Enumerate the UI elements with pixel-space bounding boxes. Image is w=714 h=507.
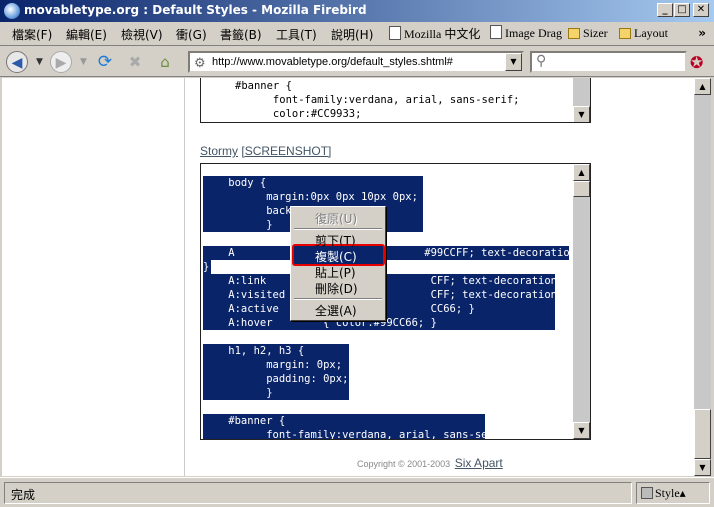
context-menu-cut[interactable]: 剪下(T) bbox=[315, 232, 356, 249]
window-title: movabletype.org : Default Styles - Mozil… bbox=[24, 3, 367, 17]
code-line: } bbox=[203, 387, 273, 399]
code-scrollbar-thumb[interactable] bbox=[573, 181, 590, 197]
screenshot-link[interactable]: [SCREENSHOT] bbox=[241, 144, 331, 158]
bookmark-layout[interactable]: Layout bbox=[619, 25, 668, 43]
menu-help[interactable]: 說明(H) bbox=[331, 26, 373, 43]
stylesheet-caption: Stormy [SCREENSHOT] bbox=[200, 144, 331, 158]
page-scroll-up-button[interactable]: ▲ bbox=[694, 78, 711, 95]
code-line: margin: 0px; bbox=[203, 359, 343, 371]
menu-go[interactable]: 衝(G) bbox=[176, 26, 207, 43]
code-scrollbar-track[interactable] bbox=[573, 164, 590, 439]
forward-dropdown-icon[interactable]: ▼ bbox=[80, 57, 87, 67]
url-text: http://www.movabletype.org/default_style… bbox=[212, 56, 453, 68]
code-line: #banner { bbox=[203, 415, 286, 427]
code-line: body { bbox=[203, 177, 267, 189]
back-dropdown-icon[interactable]: ▼ bbox=[36, 57, 43, 67]
search-input[interactable]: ⚲ bbox=[530, 51, 687, 73]
navigation-toolbar: ◀ ▼ ▶ ▼ ⟳ ✖ ⌂ ⚙ http://www.movabletype.o… bbox=[0, 47, 714, 77]
code-box-main[interactable]: body { margin:0px 0px 10px 0px; back } A… bbox=[200, 163, 591, 440]
status-bar: 完成 Style▴ bbox=[0, 477, 714, 507]
search-icon: ⚲ bbox=[536, 53, 547, 69]
bookmarks-overflow-button[interactable]: » bbox=[698, 26, 706, 40]
code-line: A:link CFF; text-decoration:none; } bbox=[203, 275, 591, 287]
context-menu-undo[interactable]: 復原(U) bbox=[315, 210, 357, 227]
context-menu-copy[interactable]: 複製(C) bbox=[315, 248, 357, 265]
status-text: 完成 bbox=[4, 482, 632, 504]
page-scrollbar-thumb[interactable] bbox=[694, 409, 711, 459]
bookmark-label: Image Drag bbox=[505, 26, 562, 40]
scrollbar-track[interactable] bbox=[573, 78, 590, 107]
code-line: margin:0px 0px 10px 0px; bbox=[203, 191, 418, 203]
code-line: A #99CCFF; text-decoration:none; bbox=[203, 247, 591, 259]
code-line: font-family:verdana, arial, sans-serif; bbox=[203, 429, 513, 440]
code-line: A:visited CFF; text-decoration:none; } bbox=[203, 289, 591, 301]
bookmark-image-drag[interactable]: Image Drag bbox=[490, 25, 562, 43]
code-scroll-up-button[interactable]: ▲ bbox=[573, 164, 590, 181]
copyright-line: Copyright © 2001-2003 Six Apart bbox=[357, 456, 503, 470]
folder-icon bbox=[568, 28, 580, 39]
minimize-button[interactable]: _ bbox=[657, 3, 673, 17]
close-button[interactable]: ✕ bbox=[693, 3, 709, 17]
url-bar[interactable]: ⚙ http://www.movabletype.org/default_sty… bbox=[188, 51, 524, 73]
back-button[interactable]: ◀ bbox=[6, 51, 28, 73]
context-menu-paste[interactable]: 貼上(P) bbox=[315, 264, 356, 281]
code-line: #banner { bbox=[235, 80, 292, 92]
gear-icon: ⚙ bbox=[194, 55, 206, 70]
menu-file[interactable]: 檔案(F) bbox=[12, 26, 52, 43]
copyright-text: Copyright © 2001-2003 bbox=[357, 459, 451, 469]
bookmark-sizer[interactable]: Sizer bbox=[568, 25, 608, 43]
code-line: } bbox=[203, 261, 210, 273]
url-dropdown-button[interactable]: ▼ bbox=[505, 53, 522, 71]
six-apart-link[interactable]: Six Apart bbox=[455, 456, 503, 470]
code-line: font-family:verdana, arial, sans-serif; bbox=[235, 94, 520, 106]
firebird-icon bbox=[4, 3, 20, 19]
code-line: h1, h2, h3 { bbox=[203, 345, 305, 357]
menu-tools[interactable]: 工具(T) bbox=[276, 26, 317, 43]
stop-button[interactable]: ✖ bbox=[124, 51, 146, 73]
menu-bar: 檔案(F) 編輯(E) 檢視(V) 衝(G) 書籤(B) 工具(T) 說明(H)… bbox=[0, 22, 714, 46]
code-box-top[interactable]: #banner { font-family:verdana, arial, sa… bbox=[200, 78, 591, 123]
scroll-down-button[interactable]: ▼ bbox=[573, 106, 590, 122]
home-button[interactable]: ⌂ bbox=[154, 51, 176, 73]
bookmark-label: Layout bbox=[634, 26, 668, 40]
style-label: Style bbox=[655, 486, 680, 500]
style-switcher-button[interactable]: Style▴ bbox=[636, 482, 710, 504]
forward-button[interactable]: ▶ bbox=[50, 51, 72, 73]
context-menu-select-all[interactable]: 全選(A) bbox=[315, 302, 357, 319]
page-scrollbar[interactable]: ▲ ▼ bbox=[694, 78, 711, 476]
column-divider bbox=[184, 78, 185, 476]
bookmark-label: Sizer bbox=[583, 26, 608, 40]
code-line: color:#CC9933; bbox=[235, 108, 362, 120]
code-scroll-down-button[interactable]: ▼ bbox=[573, 422, 590, 439]
stylesheet-name-link[interactable]: Stormy bbox=[200, 144, 238, 158]
throbber-icon: ✪ bbox=[690, 53, 704, 72]
reload-button[interactable]: ⟳ bbox=[94, 51, 116, 73]
code-line: padding: 0px; bbox=[203, 373, 349, 385]
document-icon bbox=[490, 25, 502, 39]
code-line: back bbox=[203, 205, 292, 217]
title-bar: movabletype.org : Default Styles - Mozil… bbox=[0, 0, 714, 22]
menu-edit[interactable]: 編輯(E) bbox=[66, 26, 107, 43]
folder-icon bbox=[619, 28, 631, 39]
bookmark-label: Mozilla 中文化 bbox=[404, 27, 481, 41]
style-icon bbox=[641, 487, 653, 499]
menu-separator bbox=[294, 298, 382, 300]
bookmark-mozilla-zh[interactable]: Mozilla 中文化 bbox=[389, 25, 480, 43]
menu-bookmarks[interactable]: 書籤(B) bbox=[220, 26, 262, 43]
context-menu-delete[interactable]: 刪除(D) bbox=[315, 280, 358, 297]
document-icon bbox=[389, 26, 401, 40]
context-menu: 復原(U) 剪下(T) 複製(C) 貼上(P) 刪除(D) 全選(A) bbox=[290, 206, 386, 321]
maximize-button[interactable]: □ bbox=[674, 3, 690, 17]
menu-separator bbox=[294, 228, 382, 230]
caret-up-icon: ▴ bbox=[679, 486, 686, 500]
code-line: } bbox=[203, 219, 273, 231]
page-scroll-down-button[interactable]: ▼ bbox=[694, 459, 711, 476]
menu-view[interactable]: 檢視(V) bbox=[121, 26, 163, 43]
